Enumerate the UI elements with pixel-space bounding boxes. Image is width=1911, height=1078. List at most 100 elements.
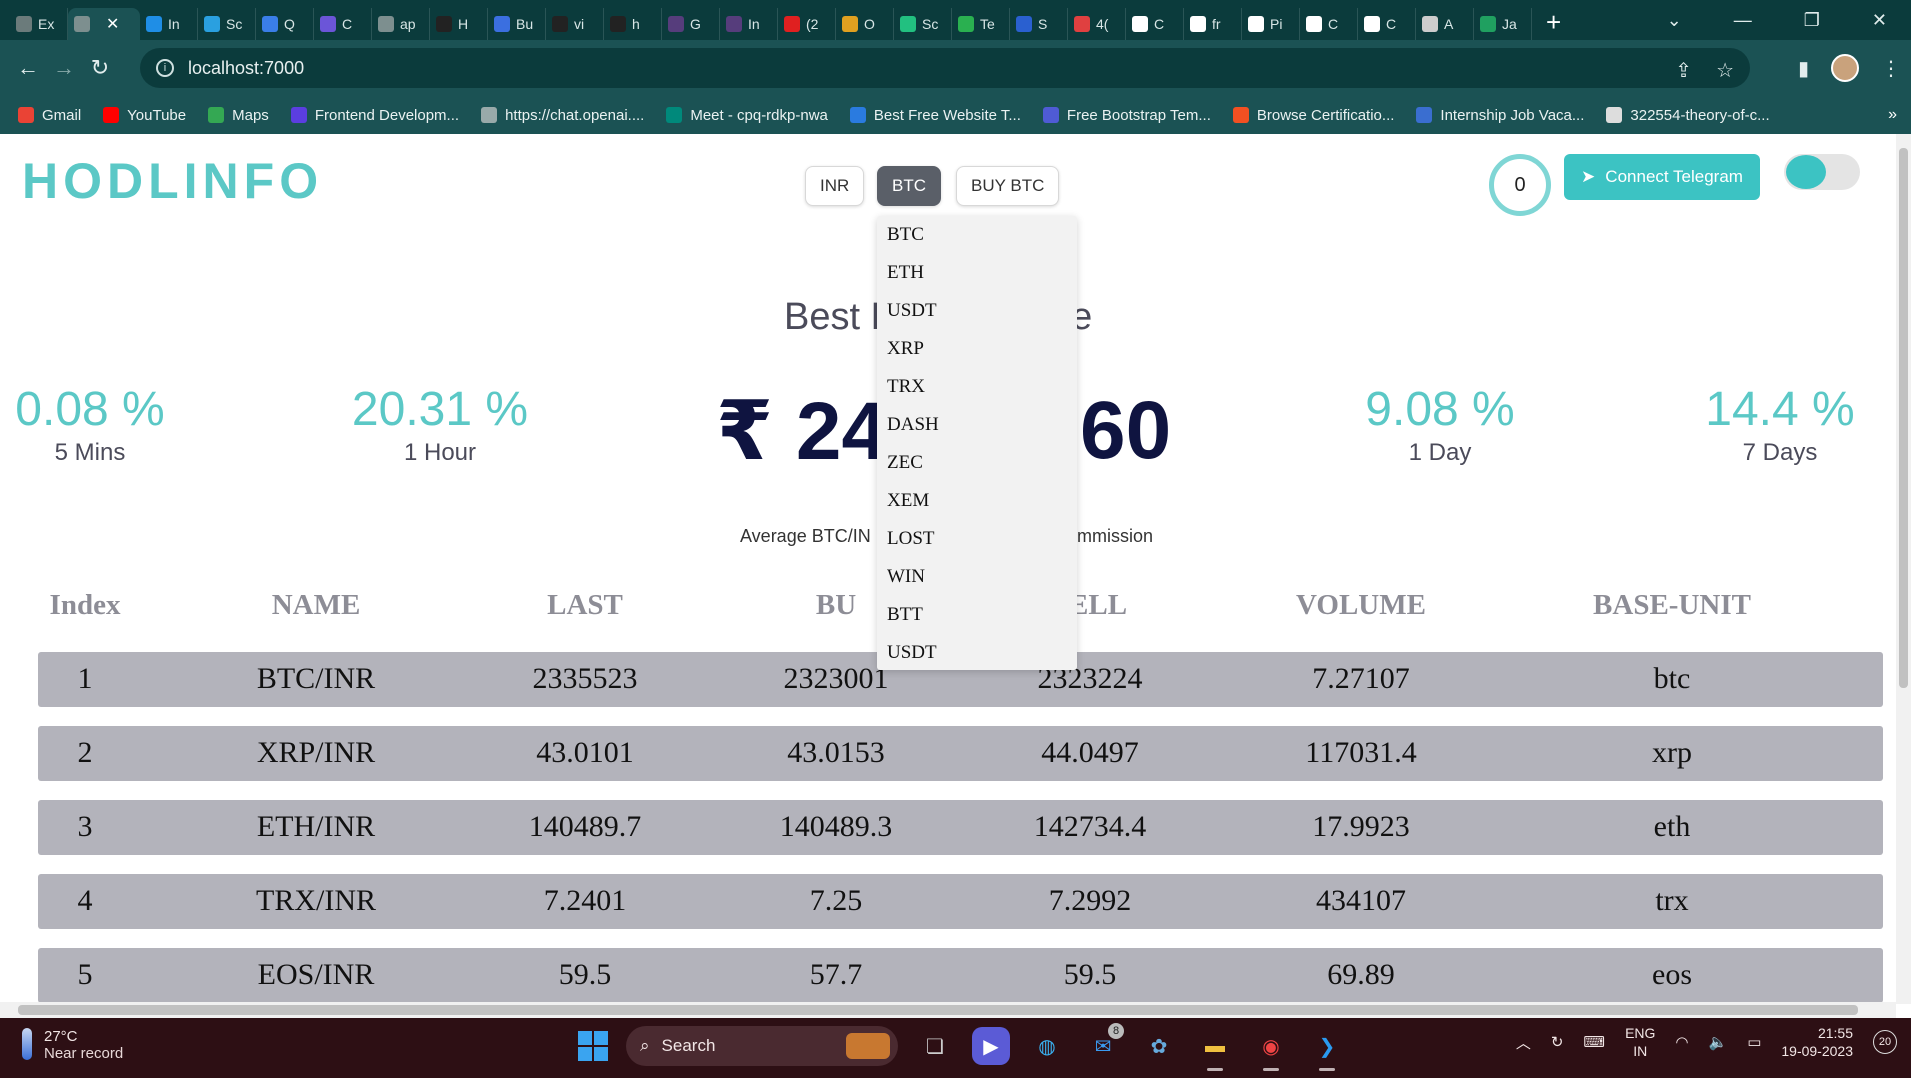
table-row[interactable]: 5 EOS/INR 59.5 57.7 59.5 69.89 eos [38,948,1883,1003]
bookmark-item[interactable]: Maps [208,107,269,124]
mail-icon[interactable]: ✉ 8 [1084,1023,1124,1065]
close-window-button[interactable]: ✕ [1872,10,1887,31]
browser-tab[interactable]: Q [256,8,314,40]
browser-tab[interactable]: Ja [1474,8,1532,40]
browser-tab[interactable]: Sc [198,8,256,40]
dropdown-option[interactable]: USDT [887,642,937,664]
browser-tab[interactable]: h [604,8,662,40]
dropdown-option[interactable]: WIN [887,566,925,588]
browser-tab[interactable]: Bu [488,8,546,40]
battery-icon[interactable]: ▭ [1747,1033,1761,1051]
dropdown-option[interactable]: USDT [887,300,937,322]
file-explorer-icon[interactable]: ▬ [1196,1027,1234,1071]
teams-icon[interactable]: ▶ [972,1027,1010,1065]
dropdown-option[interactable]: XRP [887,338,924,360]
minimize-button[interactable]: — [1734,10,1752,31]
bookmark-item[interactable]: Best Free Website T... [849,107,1021,124]
table-row[interactable]: 4 TRX/INR 7.2401 7.25 7.2992 434107 trx [38,874,1883,929]
dropdown-option[interactable]: TRX [887,376,925,398]
bookmark-item[interactable]: Frontend Developm... [290,107,459,124]
photos-icon[interactable]: ✿ [1140,1027,1178,1065]
dropdown-option[interactable]: DASH [887,414,939,436]
tab-close-icon[interactable]: ✕ [106,14,119,34]
browser-tab[interactable]: Te [952,8,1010,40]
weather-widget[interactable]: 27°C Near record [22,1028,123,1062]
theme-toggle[interactable] [1784,154,1860,190]
new-tab-button[interactable]: + [1546,7,1561,38]
bookmark-item[interactable]: Internship Job Vaca... [1416,107,1584,124]
dropdown-option[interactable]: LOST [887,528,935,550]
language-indicator[interactable]: ENG IN [1625,1024,1655,1060]
task-view-icon[interactable]: ❏ [916,1027,954,1065]
reload-icon[interactable]: ↻ [82,55,118,81]
dropdown-option[interactable]: BTC [887,224,924,246]
bookmark-item[interactable]: Browse Certificatio... [1232,107,1394,124]
start-button[interactable] [578,1031,608,1061]
dropdown-option[interactable]: BTT [887,604,923,626]
clock[interactable]: 21:55 19-09-2023 [1781,1024,1853,1060]
back-icon[interactable]: ← [10,55,46,81]
edge-icon[interactable]: ◍ [1028,1027,1066,1065]
site-logo[interactable]: HODLINFO [22,152,323,210]
table-row[interactable]: 3 ETH/INR 140489.7 140489.3 142734.4 17.9923 e… [38,800,1883,855]
bookmarks-overflow-icon[interactable]: » [1888,106,1897,124]
browser-tab[interactable]: Pi [1242,8,1300,40]
dropdown-option[interactable]: XEM [887,490,929,512]
bookmark-item[interactable]: https://chat.openai.... [481,107,644,124]
horizontal-scroll-thumb[interactable] [18,1005,1858,1015]
browser-tab[interactable]: In [140,8,198,40]
browser-tab[interactable]: In [720,8,778,40]
browser-tab[interactable]: O [836,8,894,40]
browser-tab[interactable]: S [1010,8,1068,40]
address-bar[interactable]: i localhost:7000 ⇪ ☆ [140,48,1750,88]
vertical-scroll-thumb[interactable] [1899,148,1908,688]
browser-tab[interactable]: C [1358,8,1416,40]
share-icon[interactable]: ⇪ [1675,58,1692,83]
menu-kebab-icon[interactable]: ⋮ [1881,56,1901,81]
bookmark-item[interactable]: YouTube [103,107,186,124]
browser-tab[interactable]: 4( [1068,8,1126,40]
browser-tab[interactable]: (2 [778,8,836,40]
chrome-icon[interactable]: ◉ [1252,1027,1290,1071]
inr-select-button[interactable]: INR [805,166,865,206]
sync-icon[interactable]: ↻ [1551,1033,1564,1051]
browser-tab[interactable]: C [1300,8,1358,40]
wifi-icon[interactable]: ◠ [1675,1033,1688,1051]
tray-overflow-icon[interactable]: ︿ [1516,1032,1531,1053]
horizontal-scrollbar[interactable] [0,1002,1896,1018]
volume-icon[interactable]: 🔈 [1709,1033,1728,1051]
browser-tab[interactable]: C [1126,8,1184,40]
dropdown-option[interactable]: ZEC [887,452,923,474]
browser-tab[interactable]: ap [372,8,430,40]
profile-avatar[interactable] [1831,54,1859,82]
tab-search-icon[interactable]: ⌄ [1667,10,1682,31]
site-info-icon[interactable]: i [156,59,174,77]
browser-tab[interactable]: vi [546,8,604,40]
browser-tab[interactable]: G [662,8,720,40]
table-row[interactable]: 2 XRP/INR 43.0101 43.0153 44.0497 117031.4 xrp [38,726,1883,781]
forward-icon[interactable]: → [46,55,82,81]
notification-badge[interactable]: 20 [1873,1030,1897,1054]
browser-tab[interactable]: A [1416,8,1474,40]
browser-tab[interactable]: C [314,8,372,40]
vertical-scrollbar[interactable] [1896,134,1911,1004]
side-panel-icon[interactable]: ▮ [1798,56,1809,81]
browser-tab[interactable]: ✕ [68,8,140,40]
dropdown-option[interactable]: ETH [887,262,924,284]
keyboard-icon[interactable]: ⌨ [1583,1033,1605,1051]
bookmark-item[interactable]: Meet - cpq-rdkp-nwa [666,107,828,124]
browser-tab[interactable]: fr [1184,8,1242,40]
taskbar-search[interactable]: ⌕ Search [626,1026,898,1066]
bookmark-item[interactable]: Free Bootstrap Tem... [1042,107,1211,124]
bookmark-item[interactable]: Gmail [18,107,81,124]
browser-tab[interactable]: Ex [10,8,68,40]
btc-select-button[interactable]: BTC [877,166,941,206]
bookmark-item[interactable]: 322554-theory-of-c... [1606,107,1770,124]
bookmark-star-icon[interactable]: ☆ [1716,58,1734,83]
buy-btc-button[interactable]: BUY BTC [956,166,1060,206]
vscode-icon[interactable]: ❯ [1308,1027,1346,1071]
restore-button[interactable]: ❐ [1804,10,1820,31]
browser-tab[interactable]: H [430,8,488,40]
connect-telegram-button[interactable]: ➤ Connect Telegram [1564,154,1760,200]
browser-tab[interactable]: Sc [894,8,952,40]
